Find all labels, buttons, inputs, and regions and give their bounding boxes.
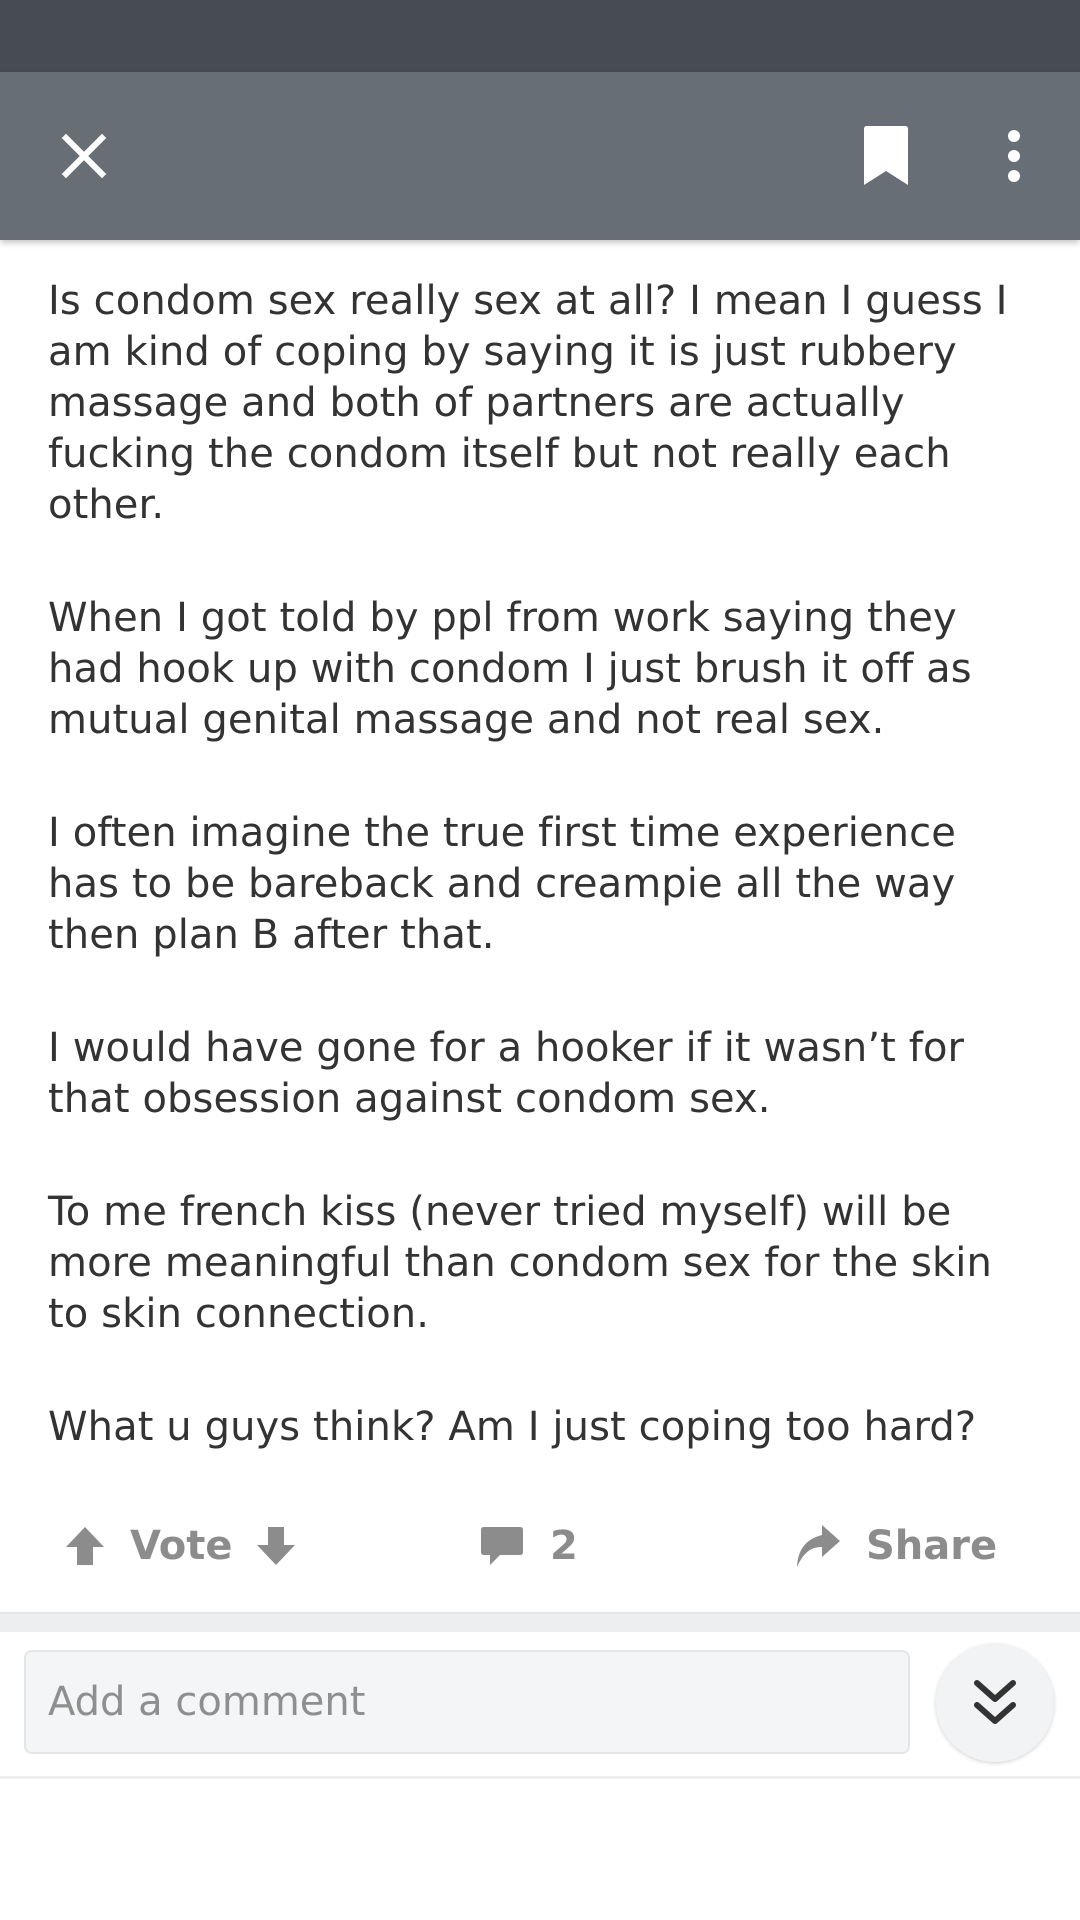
upvote-icon[interactable] xyxy=(64,1525,106,1567)
double-chevron-down-icon xyxy=(974,1680,1016,1724)
post-body: Is condom sex really sex at all? I mean … xyxy=(48,276,1038,1515)
comment-input[interactable] xyxy=(24,1650,910,1754)
downvote-icon[interactable] xyxy=(255,1525,297,1567)
comment-icon xyxy=(481,1527,523,1565)
vote-label[interactable]: Vote xyxy=(130,1523,233,1569)
vote-group: Vote xyxy=(64,1500,297,1592)
post-paragraph: Is condom sex really sex at all? I mean … xyxy=(48,278,1008,528)
bookmark-button[interactable] xyxy=(846,116,926,196)
status-bar xyxy=(0,0,1080,72)
more-options-button[interactable] xyxy=(974,116,1054,196)
post-paragraph: I often imagine the true first time expe… xyxy=(48,810,956,958)
post-action-bar: Vote 2 Share xyxy=(0,1500,1080,1592)
comment-bar xyxy=(0,1632,1080,1779)
section-divider xyxy=(0,1612,1080,1634)
comments-button[interactable]: 2 xyxy=(480,1500,578,1592)
share-icon xyxy=(797,1525,840,1567)
bookmark-icon xyxy=(864,126,908,185)
scroll-down-button[interactable] xyxy=(936,1644,1054,1762)
post-paragraph: I would have gone for a hooker if it was… xyxy=(48,1025,965,1122)
close-button[interactable] xyxy=(44,116,124,196)
post-paragraph: What u guys think? Am I just coping too … xyxy=(48,1404,977,1450)
post-paragraph: To me french kiss (never tried myself) w… xyxy=(48,1189,992,1337)
app-bar xyxy=(0,72,1080,240)
post-paragraph: When I got told by ppl from work saying … xyxy=(48,595,972,743)
comment-count: 2 xyxy=(550,1523,578,1569)
share-label: Share xyxy=(866,1523,998,1569)
share-button[interactable]: Share xyxy=(794,1500,997,1592)
close-icon xyxy=(61,133,107,179)
more-vertical-icon xyxy=(1008,130,1020,182)
